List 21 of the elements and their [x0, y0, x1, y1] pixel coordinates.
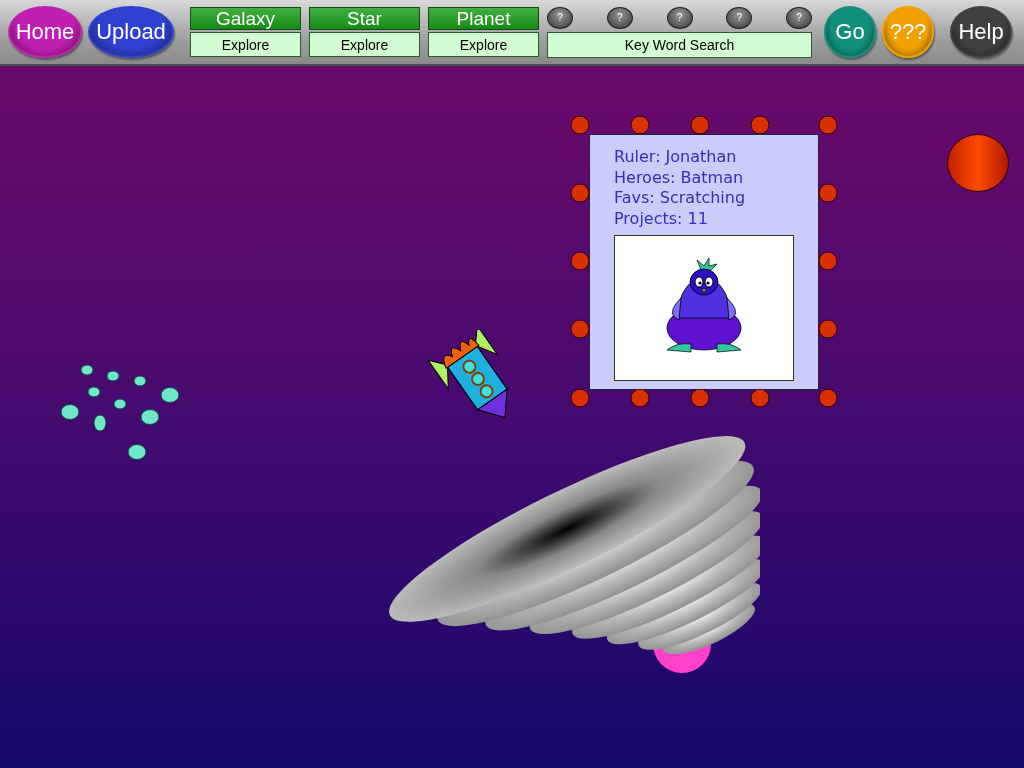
profile-text: Ruler: Jonathan [614, 147, 738, 168]
help-button[interactable]: Help [950, 6, 1012, 58]
mystery-button[interactable]: ??? [882, 6, 934, 58]
help-hint-button[interactable]: ? [547, 6, 573, 29]
explore-button[interactable]: Explore [428, 32, 539, 57]
profile-text: Projects: 11 [614, 208, 709, 229]
explore-button[interactable]: Explore [190, 32, 301, 57]
category-tab[interactable]: Star [309, 7, 420, 30]
explore-button[interactable]: Explore [309, 32, 420, 57]
profile-text: Favs: Scratching [614, 188, 747, 209]
help-hint-button[interactable]: ? [606, 6, 633, 29]
profile-text: Heroes: Batman [614, 167, 745, 188]
help-hint-button[interactable]: ? [726, 6, 753, 29]
category-tab[interactable]: Planet [428, 7, 539, 30]
upload-button[interactable]: Upload [88, 6, 174, 58]
help-hint-button[interactable]: ? [666, 6, 693, 29]
go-button[interactable]: Go [824, 6, 876, 58]
help-hint-button[interactable]: ? [786, 6, 812, 29]
category-tab[interactable]: Galaxy [190, 7, 301, 30]
home-button[interactable]: Home [8, 6, 82, 58]
keyword-search-button[interactable]: Key Word Search [547, 31, 812, 58]
